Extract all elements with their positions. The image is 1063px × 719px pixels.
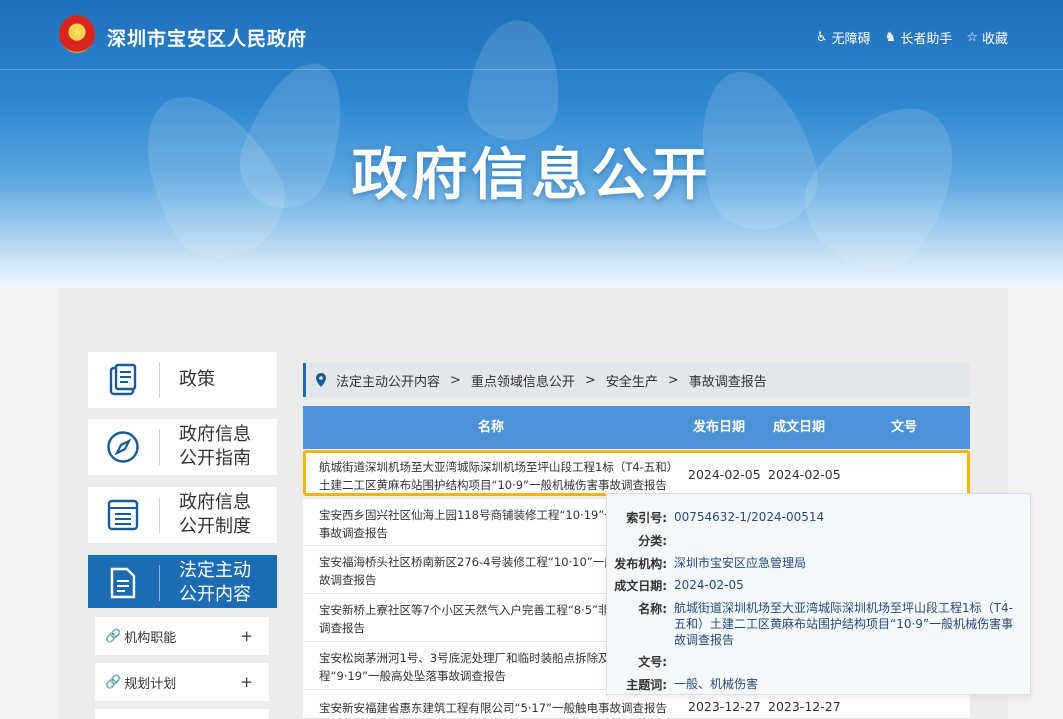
publisher-value: 深圳市宝安区应急管理局 <box>674 556 807 570</box>
sidebar-subitem-partial[interactable] <box>95 709 269 719</box>
separator <box>159 429 160 465</box>
compass-icon <box>107 431 139 463</box>
index-value: 00754632-1/2024-00514 <box>674 510 825 524</box>
expand-plus-icon[interactable]: + <box>240 673 253 691</box>
favorite-link[interactable]: ☆ 收藏 <box>966 28 1008 47</box>
row-title[interactable]: 宝安新安福建省惠东建筑工程有限公司“5·17”一般触电事故调查报告 <box>319 699 679 717</box>
separator <box>159 565 160 601</box>
sidebar-item-system[interactable]: 政府信息 公开制度 <box>88 487 277 543</box>
column-header-publish-date: 发布日期 <box>692 420 745 435</box>
breadcrumb-item[interactable]: 法定主动公开内容 <box>336 371 440 390</box>
top-links: ♿ 无障碍 ♞ 长者助手 ☆ 收藏 <box>816 28 1008 47</box>
doc-date-label: 成文日期: <box>614 579 667 593</box>
sidebar-subitem-functions[interactable]: 🔗 机构职能 + <box>95 617 269 655</box>
top-bar: ★ 深圳市宝安区人民政府 ♿ 无障碍 ♞ 长者助手 ☆ 收藏 <box>0 0 1063 70</box>
separator <box>159 497 160 533</box>
policy-book-icon <box>109 363 137 396</box>
elder-helper-link[interactable]: ♞ 长者助手 <box>885 28 953 47</box>
breadcrumb: 法定主动公开内容 > 重点领域信息公开 > 安全生产 > 事故调查报告 <box>303 363 970 397</box>
table-row[interactable]: 航城街道深圳机场至大亚湾城际深圳机场至坪山段工程1标（T4-五和）土建二工区黄麻… <box>303 450 970 496</box>
column-header-name: 名称 <box>477 420 504 435</box>
separator <box>159 362 160 398</box>
doc-date-value: 2024-02-05 <box>674 578 744 592</box>
chevron-right-icon: > <box>450 372 461 388</box>
row-publish-date: 2024-02-05 <box>688 467 761 482</box>
elder-helper-label: 长者助手 <box>900 32 953 47</box>
doc-no-label: 文号: <box>638 655 667 669</box>
expand-plus-icon[interactable]: + <box>240 627 253 645</box>
publisher-label: 发布机构: <box>614 557 667 571</box>
row-doc-date: 2023-12-27 <box>768 699 841 714</box>
row-publish-date: 2023-12-27 <box>688 699 761 714</box>
subitem-label: 规划计划 <box>124 676 177 692</box>
subitem-label: 机构职能 <box>124 630 177 646</box>
breadcrumb-item[interactable]: 重点领域信息公开 <box>471 371 575 390</box>
accessibility-icon: ♿ <box>815 30 828 45</box>
sidebar-item-guide[interactable]: 政府信息 公开指南 <box>88 419 277 475</box>
topic-value: 一般、机械伤害 <box>674 677 759 691</box>
link-icon: 🔗 <box>105 628 122 644</box>
sidebar-item-label: 政府信息 公开制度 <box>179 492 251 537</box>
star-icon: ☆ <box>966 30 978 45</box>
accessibility-label: 无障碍 <box>831 32 871 47</box>
accessibility-link[interactable]: ♿ 无障碍 <box>816 28 871 47</box>
column-header-doc-date: 成文日期 <box>772 420 825 435</box>
chevron-right-icon: > <box>584 372 596 388</box>
detail-tooltip: 索引号: 00754632-1/2024-00514 分类: 发布机构: 深圳市… <box>606 493 1031 695</box>
row-doc-date: 2024-02-05 <box>768 467 841 482</box>
site-name[interactable]: 深圳市宝安区人民政府 <box>107 24 307 51</box>
sidebar-item-statutory[interactable]: 法定主动 公开内容 <box>88 555 277 611</box>
header-banner: ★ 深圳市宝安区人民政府 ♿ 无障碍 ♞ 长者助手 ☆ 收藏 政府信息公开 <box>0 0 1063 288</box>
breadcrumb-item[interactable]: 安全生产 <box>606 371 658 390</box>
document-icon <box>110 567 136 599</box>
sidebar-item-label: 政府信息 公开指南 <box>179 424 251 469</box>
link-icon: 🔗 <box>105 674 122 690</box>
chevron-right-icon: > <box>667 372 679 388</box>
favorite-label: 收藏 <box>981 32 1008 47</box>
category-label: 分类: <box>638 534 667 548</box>
hero-title: 政府信息公开 <box>351 143 712 208</box>
national-emblem-icon: ★ <box>59 15 95 53</box>
sidebar-item-label: 政策 <box>179 369 215 390</box>
sidebar-item-label: 法定主动 公开内容 <box>179 560 251 605</box>
location-pin-icon <box>316 373 326 387</box>
sidebar-subitem-plans[interactable]: 🔗 规划计划 + <box>95 663 269 701</box>
table-header: 名称 发布日期 成文日期 文号 <box>303 406 970 449</box>
name-label: 名称: <box>638 602 667 616</box>
elder-helper-icon: ♞ <box>884 30 897 45</box>
topic-label: 主题词: <box>626 678 667 692</box>
breadcrumb-item-current[interactable]: 事故调查报告 <box>689 371 767 390</box>
index-label: 索引号: <box>626 511 667 525</box>
sidebar-item-policy[interactable]: 政策 <box>88 352 277 408</box>
row-title[interactable]: 航城街道深圳机场至大亚湾城际深圳机场至坪山段工程1标（T4-五和）土建二工区黄麻… <box>319 458 679 494</box>
list-document-icon <box>107 499 139 531</box>
name-value: 航城街道深圳机场至大亚湾城际深圳机场至坪山段工程1标（T4-五和）土建二工区黄麻… <box>674 601 1014 647</box>
column-header-doc-no: 文号 <box>890 420 917 435</box>
